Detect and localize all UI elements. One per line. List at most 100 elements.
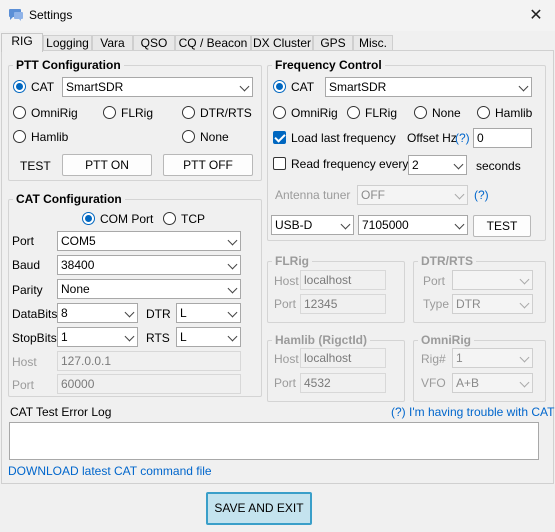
chevron-down-icon [227, 331, 238, 342]
antenna-tuner-select[interactable]: OFF [357, 185, 468, 205]
chevron-down-icon [519, 377, 530, 388]
ptt-flrig-radio[interactable] [103, 106, 116, 119]
cat-test-error-log[interactable] [9, 422, 539, 460]
chevron-down-icon [124, 331, 135, 342]
ptt-omnirig-radio[interactable] [13, 106, 26, 119]
hamlib-port-label: Port [274, 376, 297, 390]
ptt-cat-select[interactable]: SmartSDR [62, 77, 253, 97]
ptt-cat-radio[interactable] [13, 80, 26, 93]
omnirig-vfo-select[interactable]: A+B [452, 373, 533, 393]
databits-select[interactable]: 8 [57, 303, 138, 323]
ptt-config-title: PTT Configuration [13, 58, 124, 72]
freq-test-button[interactable]: TEST [473, 215, 531, 237]
close-icon[interactable]: ✕ [526, 6, 546, 26]
antenna-help-link[interactable]: (?) [474, 188, 489, 202]
freq-cat-select[interactable]: SmartSDR [325, 77, 532, 97]
ptt-off-button[interactable]: PTT OFF [163, 154, 253, 176]
cat-comport-label: COM Port [100, 212, 154, 226]
omnirig-title: OmniRig [418, 333, 474, 347]
read-interval-select[interactable]: 2 [408, 155, 467, 175]
freq-cat-radio[interactable] [273, 80, 286, 93]
load-last-frequency-label: Load last frequency [291, 131, 396, 145]
port-label: Port [12, 234, 35, 248]
ptt-test-label: TEST [20, 159, 51, 173]
read-frequency-label: Read frequency every [291, 157, 409, 171]
ptt-on-button[interactable]: PTT ON [62, 154, 152, 176]
cat-trouble-help-link[interactable]: (?) I'm having trouble with CAT [391, 405, 554, 419]
chevron-down-icon [454, 189, 465, 200]
download-cat-command-link[interactable]: DOWNLOAD latest CAT command file [8, 464, 212, 478]
save-and-exit-button[interactable]: SAVE AND EXIT [206, 492, 312, 525]
omnirig-rig-select[interactable]: 1 [452, 348, 533, 368]
chevron-down-icon [453, 159, 464, 170]
baud-value: 38400 [61, 258, 95, 272]
freq-flrig-label: FLRig [365, 106, 398, 120]
host-input[interactable]: 127.0.0.1 [57, 351, 241, 371]
parity-select[interactable]: None [57, 279, 241, 299]
chevron-down-icon [519, 274, 530, 285]
freq-cat-value: SmartSDR [329, 80, 387, 94]
dtr-select[interactable]: L [176, 303, 241, 323]
load-last-frequency-checkbox[interactable] [273, 131, 286, 144]
dtr-rts-type-select[interactable]: DTR [452, 294, 533, 314]
port-value: COM5 [61, 234, 96, 248]
stopbits-select[interactable]: 1 [57, 327, 138, 347]
cat-comport-radio[interactable] [82, 212, 95, 225]
chevron-down-icon [227, 235, 238, 246]
ptt-dtr-rts-radio[interactable] [182, 106, 195, 119]
ptt-cat-label: CAT [31, 80, 55, 94]
flrig-host-label: Host [274, 274, 299, 288]
ptt-flrig-label: FLRig [121, 106, 154, 120]
host-label: Host [12, 355, 37, 369]
chevron-down-icon [454, 219, 465, 230]
rts-value: L [180, 330, 187, 344]
baud-label: Baud [12, 258, 41, 272]
read-frequency-checkbox[interactable] [273, 157, 286, 170]
seconds-label: seconds [476, 159, 521, 173]
dtr-value: L [180, 306, 187, 320]
dtr-rts-title: DTR/RTS [418, 254, 476, 268]
baud-select[interactable]: 38400 [57, 255, 241, 275]
chevron-down-icon [519, 352, 530, 363]
flrig-port-input[interactable]: 12345 [300, 294, 386, 314]
chevron-down-icon [519, 298, 530, 309]
stopbits-label: StopBits [12, 331, 57, 345]
mode-select[interactable]: USB-D [271, 215, 354, 235]
dtr-rts-port-select[interactable] [452, 270, 533, 290]
hamlib-port-input[interactable]: 4532 [300, 373, 386, 393]
cat-tcp-radio[interactable] [163, 212, 176, 225]
offset-help-link[interactable]: (?) [455, 131, 470, 145]
freq-cat-label: CAT [291, 80, 315, 94]
ptt-dtr-rts-label: DTR/RTS [200, 106, 252, 120]
flrig-title: FLRig [272, 254, 312, 268]
freq-flrig-radio[interactable] [347, 106, 360, 119]
frequency-value: 7105000 [362, 218, 409, 232]
stopbits-value: 1 [61, 330, 68, 344]
databits-label: DataBits [12, 307, 58, 321]
flrig-host-input[interactable]: localhost [300, 270, 386, 290]
tcp-port-input[interactable]: 60000 [57, 374, 241, 394]
freq-omnirig-radio[interactable] [273, 106, 286, 119]
antenna-tuner-value: OFF [361, 188, 385, 202]
ptt-none-radio[interactable] [182, 130, 195, 143]
databits-value: 8 [61, 306, 68, 320]
hamlib-host-input[interactable]: localhost [300, 348, 386, 368]
chevron-down-icon [239, 81, 250, 92]
dtr-rts-type-value: DTR [456, 297, 481, 311]
ptt-hamlib-radio[interactable] [13, 130, 26, 143]
rts-select[interactable]: L [176, 327, 241, 347]
frequency-select[interactable]: 7105000 [358, 215, 468, 235]
freq-hamlib-radio[interactable] [477, 106, 490, 119]
dtr-rts-type-label: Type [423, 297, 450, 311]
freq-hamlib-label: Hamlib [495, 106, 533, 120]
freq-none-radio[interactable] [414, 106, 427, 119]
read-interval-value: 2 [412, 158, 419, 172]
offset-hz-input[interactable]: 0 [473, 128, 532, 148]
tab-rig[interactable]: RIG [1, 33, 43, 52]
chevron-down-icon [340, 219, 351, 230]
omnirig-vfo-label: VFO [421, 376, 446, 390]
flrig-port-label: Port [274, 297, 297, 311]
cat-tcp-label: TCP [181, 212, 205, 226]
antenna-tuner-label: Antenna tuner [275, 188, 351, 202]
port-select[interactable]: COM5 [57, 231, 241, 251]
